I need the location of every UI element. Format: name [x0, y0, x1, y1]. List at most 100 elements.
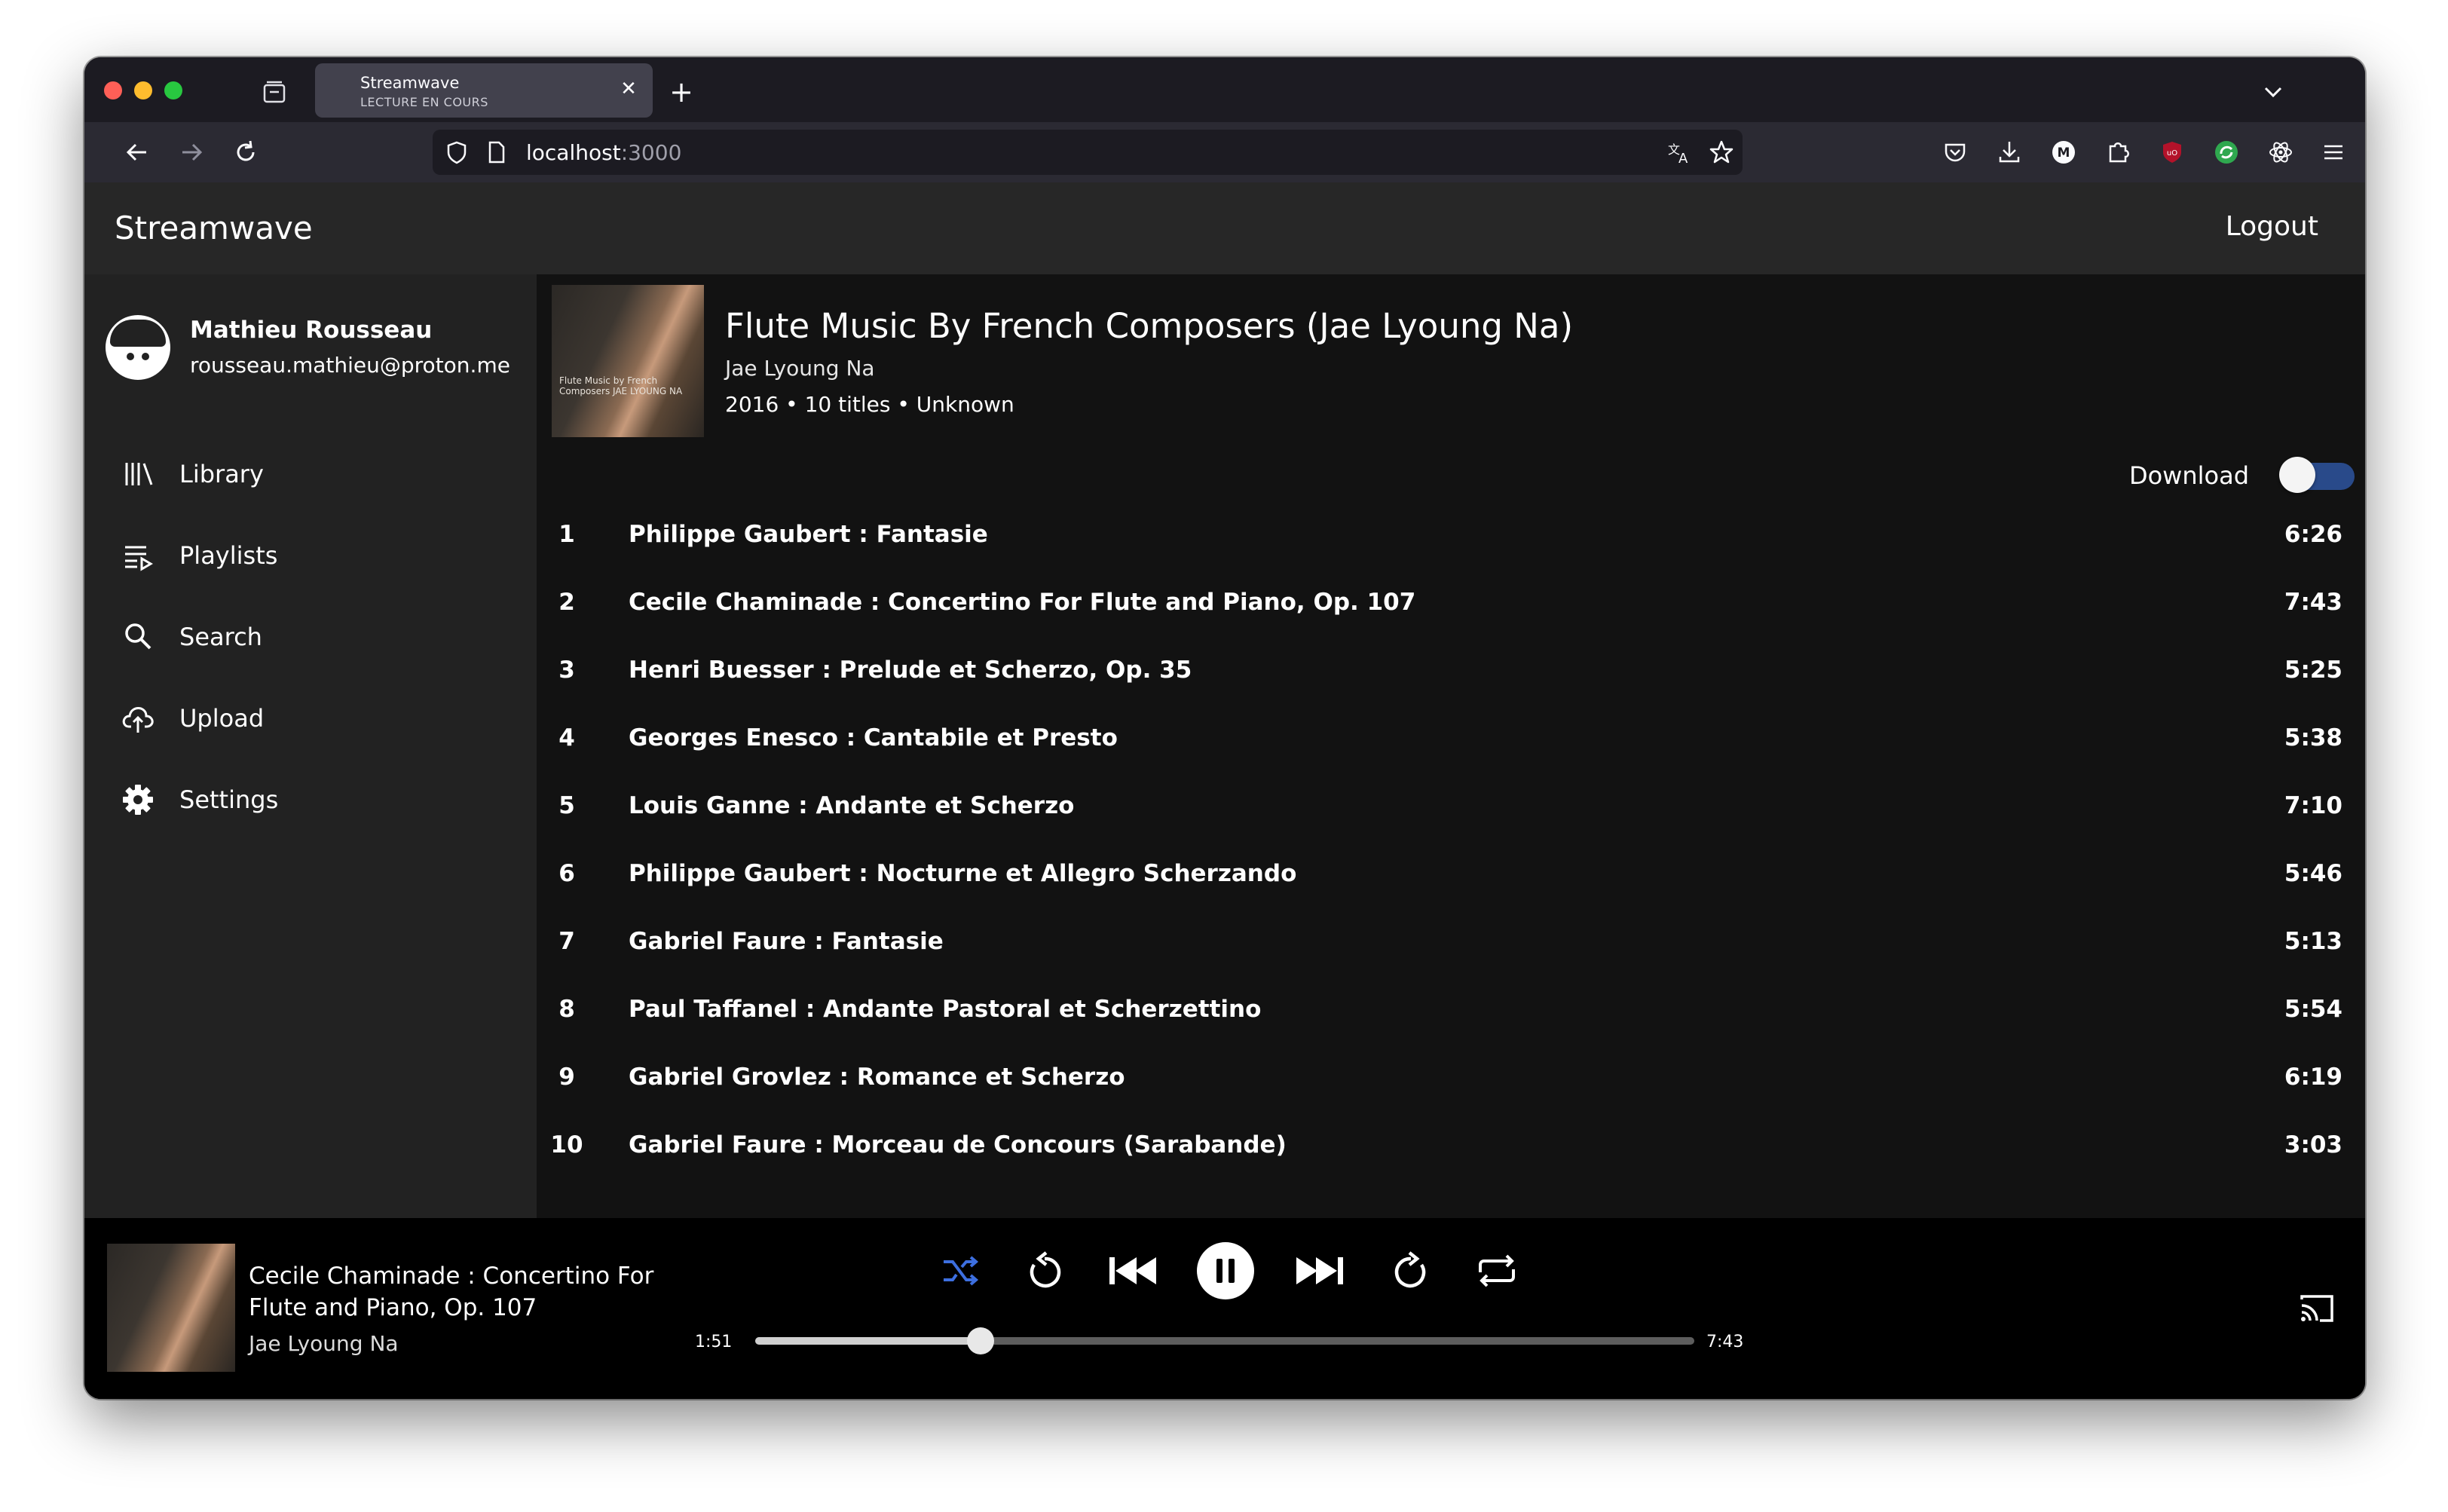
previous-track-icon[interactable] — [1102, 1244, 1162, 1298]
address-bar[interactable]: localhost:3000 文A — [433, 130, 1743, 175]
back-button[interactable] — [121, 136, 154, 169]
downloads-icon[interactable] — [1993, 136, 2026, 169]
sidebar-item-label: Search — [179, 623, 262, 651]
track-number: 7 — [558, 928, 575, 955]
track-title: Philippe Gaubert : Fantasie — [629, 521, 988, 548]
track-title: Henri Buesser : Prelude et Scherzo, Op. … — [629, 657, 1192, 684]
track-title: Louis Ganne : Andante et Scherzo — [629, 792, 1075, 819]
forward-icon[interactable] — [1384, 1244, 1438, 1298]
elapsed-time: 1:51 — [695, 1333, 733, 1351]
sidebar-item-search[interactable]: Search — [84, 597, 537, 678]
translate-icon[interactable]: 文A — [1664, 137, 1694, 167]
track-row[interactable]: 3 Henri Buesser : Prelude et Scherzo, Op… — [537, 638, 2365, 705]
logout-button[interactable]: Logout — [2226, 211, 2318, 242]
track-title: Gabriel Grovlez : Romance et Scherzo — [629, 1064, 1125, 1091]
track-row[interactable]: 6 Philippe Gaubert : Nocturne et Allegro… — [537, 841, 2365, 909]
track-number: 4 — [558, 724, 575, 751]
sidebar-item-upload[interactable]: Upload — [84, 678, 537, 760]
page-icon[interactable] — [481, 137, 511, 167]
browser-window: Streamwave LECTURE EN COURS ✕ + localhos… — [84, 57, 2365, 1399]
track-number: 8 — [558, 996, 575, 1023]
repeat-icon[interactable] — [1470, 1244, 1524, 1298]
track-row[interactable]: 9 Gabriel Grovlez : Romance et Scherzo 6… — [537, 1045, 2365, 1113]
tab-groups-icon[interactable] — [259, 77, 289, 107]
track-title: Cecile Chaminade : Concertino For Flute … — [629, 589, 1416, 616]
album-artist[interactable]: Jae Lyoung Na — [725, 356, 875, 381]
track-title: Gabriel Faure : Morceau de Concours (Sar… — [629, 1131, 1287, 1158]
svg-text:uO: uO — [2167, 149, 2177, 158]
track-title: Philippe Gaubert : Nocturne et Allegro S… — [629, 860, 1297, 887]
app-brand[interactable]: Streamwave — [115, 210, 313, 246]
sidebar: Mathieu Rousseau rousseau.mathieu@proton… — [84, 274, 537, 1218]
tab-close-icon[interactable]: ✕ — [615, 75, 642, 103]
extensions-puzzle-icon[interactable] — [2101, 136, 2134, 169]
sidebar-item-label: Settings — [179, 785, 279, 814]
total-time: 7:43 — [1706, 1333, 1744, 1351]
track-row[interactable]: 5 Louis Ganne : Andante et Scherzo 7:10 — [537, 773, 2365, 841]
avatar-eye — [142, 353, 149, 360]
track-number: 9 — [558, 1064, 575, 1091]
user-email: rousseau.mathieu@proton.me — [190, 353, 510, 378]
track-row[interactable]: 7 Gabriel Faure : Fantasie 5:13 — [537, 909, 2365, 977]
track-row[interactable]: 4 Georges Enesco : Cantabile et Presto 5… — [537, 705, 2365, 773]
sidebar-item-label: Upload — [179, 704, 265, 733]
track-duration: 3:03 — [2284, 1131, 2342, 1158]
tab-list-chevron-icon[interactable] — [2257, 75, 2290, 109]
track-row[interactable]: 8 Paul Taffanel : Andante Pastoral et Sc… — [537, 977, 2365, 1045]
user-name: Mathieu Rousseau — [190, 317, 433, 344]
bookmark-star-icon[interactable] — [1706, 137, 1737, 167]
track-list: 1 Philippe Gaubert : Fantasie 6:26 2 Cec… — [537, 502, 2365, 1180]
track-duration: 5:13 — [2284, 928, 2342, 955]
svg-text:A: A — [1678, 151, 1688, 167]
maximize-window-button[interactable] — [164, 81, 182, 99]
shuffle-icon[interactable] — [933, 1244, 987, 1298]
track-number: 3 — [558, 657, 575, 684]
track-number: 5 — [558, 792, 575, 819]
cast-icon[interactable] — [2297, 1289, 2336, 1328]
now-playing-artist: Jae Lyoung Na — [249, 1331, 399, 1356]
sidebar-item-library[interactable]: Library — [84, 434, 537, 516]
sidebar-item-label: Playlists — [179, 541, 278, 570]
pause-button[interactable] — [1194, 1239, 1257, 1302]
recycle-extension-icon[interactable] — [2210, 136, 2243, 169]
seek-bar[interactable] — [755, 1327, 1694, 1354]
download-toggle[interactable] — [2279, 457, 2355, 493]
close-window-button[interactable] — [104, 81, 122, 99]
tab-title: Streamwave — [360, 74, 460, 92]
svg-text:M: M — [2058, 145, 2070, 161]
player-bar: Cecile Chaminade : Concertino For Flute … — [84, 1218, 2365, 1399]
seek-handle[interactable] — [967, 1327, 995, 1354]
browser-tab-active[interactable]: Streamwave LECTURE EN COURS ✕ — [315, 63, 653, 118]
url-text[interactable]: localhost:3000 — [526, 140, 681, 165]
url-port: :3000 — [620, 140, 682, 165]
toggle-thumb — [2279, 457, 2315, 493]
shield-icon[interactable] — [442, 137, 472, 167]
track-duration: 7:43 — [2284, 589, 2342, 616]
next-track-icon[interactable] — [1290, 1244, 1351, 1298]
sidebar-item-label: Library — [179, 460, 264, 488]
track-title: Paul Taffanel : Andante Pastoral et Sche… — [629, 996, 1262, 1023]
sidebar-menu: Library Playlists Search Upload Settings — [84, 434, 537, 841]
extension-m-icon[interactable]: M — [2047, 136, 2080, 169]
track-row[interactable]: 10 Gabriel Faure : Morceau de Concours (… — [537, 1113, 2365, 1180]
sidebar-item-playlists[interactable]: Playlists — [84, 516, 537, 597]
track-row[interactable]: 1 Philippe Gaubert : Fantasie 6:26 — [537, 502, 2365, 570]
forward-button[interactable] — [175, 136, 208, 169]
track-row[interactable]: 2 Cecile Chaminade : Concertino For Flut… — [537, 570, 2365, 638]
track-duration: 6:26 — [2284, 521, 2342, 548]
new-tab-button[interactable]: + — [665, 75, 698, 109]
replay-icon[interactable] — [1017, 1244, 1072, 1298]
minimize-window-button[interactable] — [134, 81, 152, 99]
hamburger-menu-icon[interactable] — [2317, 136, 2350, 169]
url-host: localhost — [526, 140, 621, 165]
track-duration: 5:54 — [2284, 996, 2342, 1023]
sidebar-item-settings[interactable]: Settings — [84, 760, 537, 841]
library-icon — [125, 463, 153, 485]
now-playing-cover — [107, 1244, 235, 1372]
seek-progress — [755, 1337, 981, 1345]
reload-button[interactable] — [229, 136, 262, 169]
ublock-icon[interactable]: uO — [2156, 136, 2189, 169]
track-duration: 5:38 — [2284, 724, 2342, 751]
pocket-icon[interactable] — [1939, 136, 1972, 169]
react-devtools-icon[interactable] — [2264, 136, 2297, 169]
